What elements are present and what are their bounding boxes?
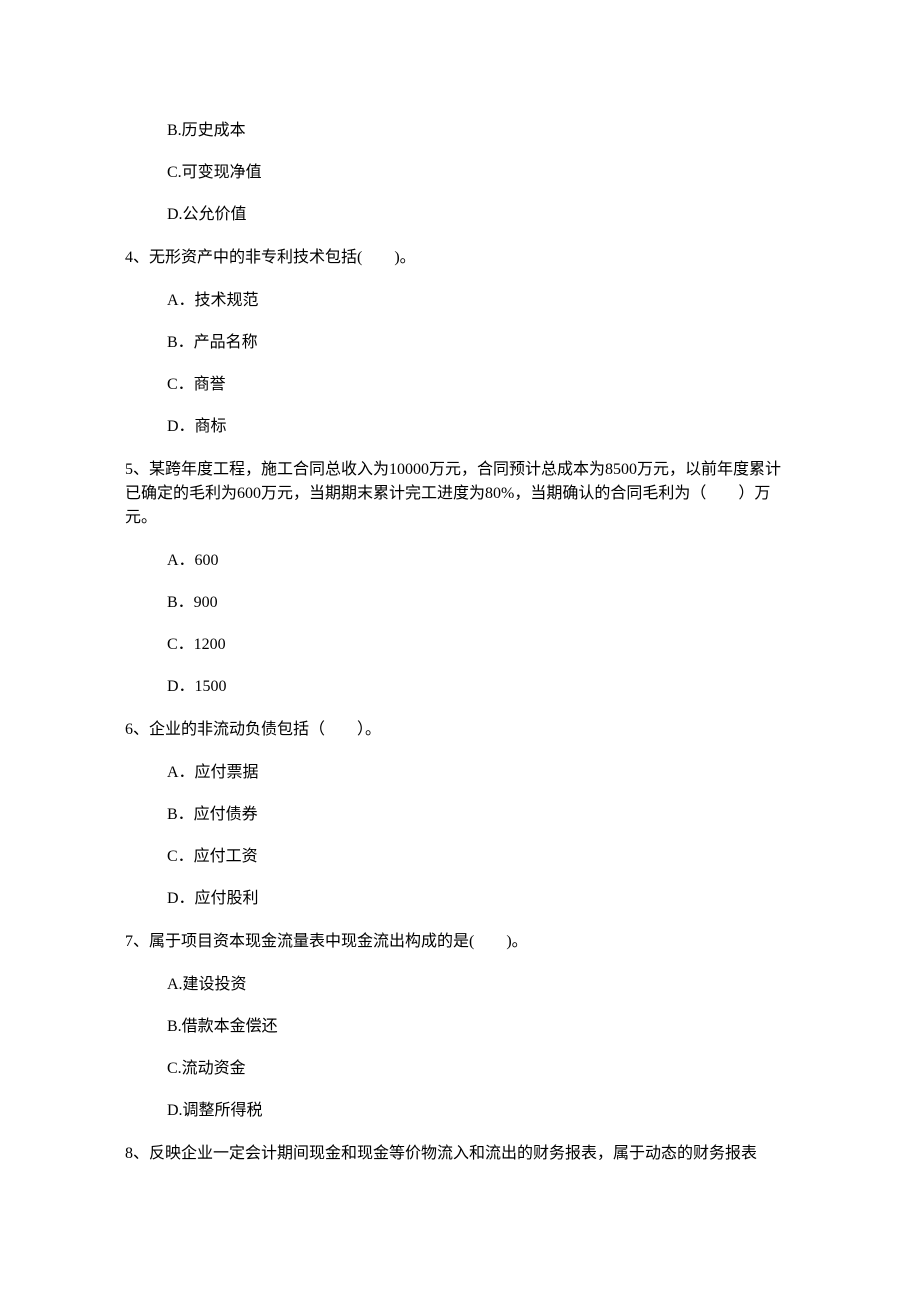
q4-option-c: C．商誉: [167, 364, 795, 406]
q6-option-a: A．应付票据: [167, 752, 795, 794]
q4-stem: 4、无形资产中的非专利技术包括( )。: [125, 236, 795, 280]
q7-option-d: D.调整所得税: [167, 1090, 795, 1132]
q5-stem: 5、某跨年度工程，施工合同总收入为10000万元，合同预计总成本为8500万元，…: [125, 448, 795, 540]
q6-option-c: C．应付工资: [167, 836, 795, 878]
q4-option-d: D．商标: [167, 406, 795, 448]
q7-option-a: A.建设投资: [167, 964, 795, 1006]
q5-option-c: C．1200: [167, 624, 795, 666]
q7-option-b: B.借款本金偿还: [167, 1006, 795, 1048]
q5-option-d: D．1500: [167, 666, 795, 708]
q8-stem: 8、反映企业一定会计期间现金和现金等价物流入和流出的财务报表，属于动态的财务报表: [125, 1132, 795, 1176]
q3-option-b: B.历史成本: [167, 110, 795, 152]
q3-option-d: D.公允价值: [167, 194, 795, 236]
q3-option-c: C.可变现净值: [167, 152, 795, 194]
q4-option-b: B．产品名称: [167, 322, 795, 364]
q7-stem: 7、属于项目资本现金流量表中现金流出构成的是( )。: [125, 920, 795, 964]
q6-stem: 6、企业的非流动负债包括（ ）。: [125, 708, 795, 752]
q4-option-a: A．技术规范: [167, 280, 795, 322]
q5-option-b: B．900: [167, 582, 795, 624]
q6-option-d: D．应付股利: [167, 878, 795, 920]
q7-option-c: C.流动资金: [167, 1048, 795, 1090]
q6-option-b: B．应付债券: [167, 794, 795, 836]
q5-option-a: A．600: [167, 540, 795, 582]
